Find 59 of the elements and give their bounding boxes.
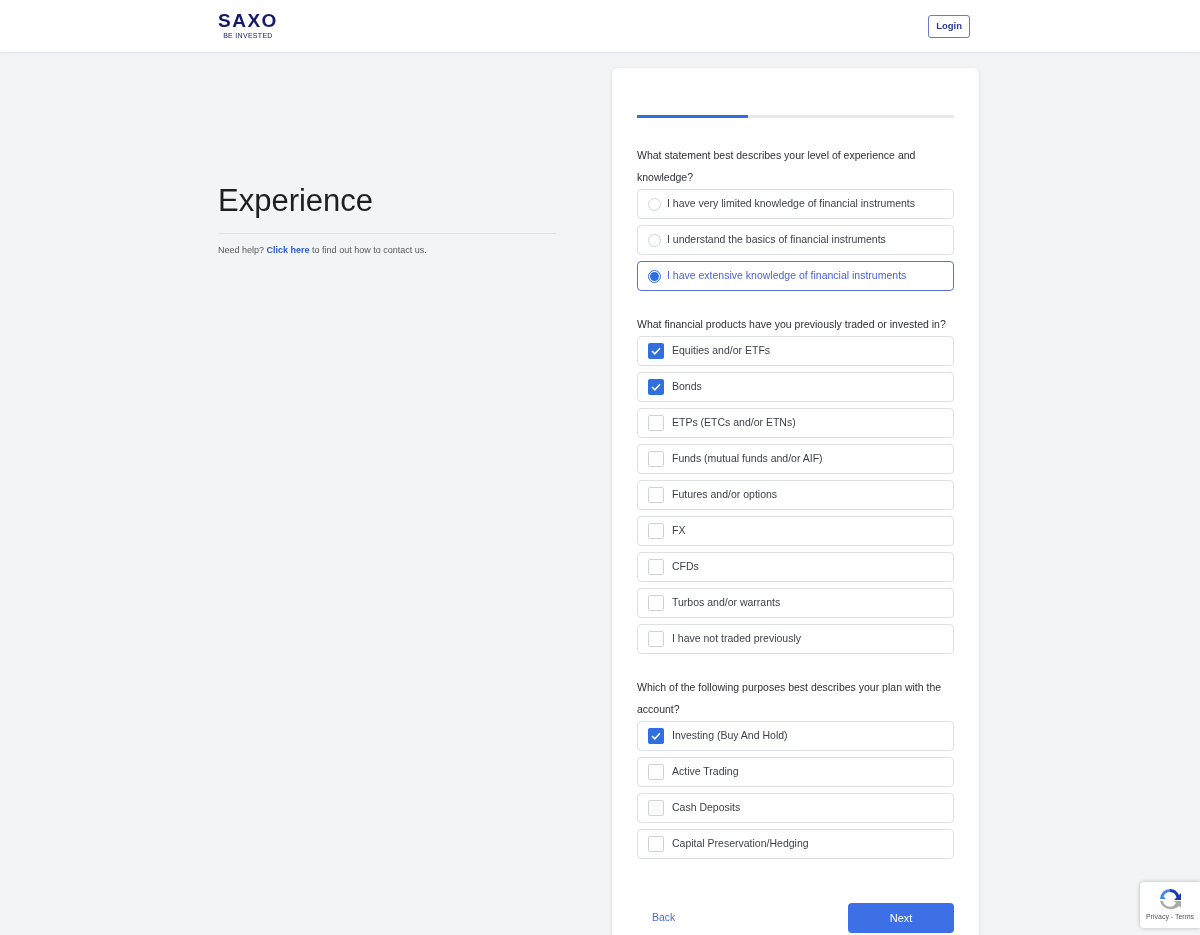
option-label: I have very limited knowledge of financial instruments <box>667 196 916 212</box>
option-label: Turbos and/or warrants <box>672 595 781 611</box>
login-button[interactable]: Login <box>928 14 970 38</box>
recaptcha-icon <box>1157 886 1183 912</box>
option-label: I understand the basics of financial instruments <box>667 232 886 248</box>
checkbox[interactable] <box>648 415 664 431</box>
checkbox-option[interactable]: Capital Preservation/Hedging <box>637 829 954 859</box>
option-label: Bonds <box>672 379 702 395</box>
option-label: Funds (mutual funds and/or AIF) <box>672 451 823 467</box>
checkbox-option[interactable]: Funds (mutual funds and/or AIF) <box>637 444 954 474</box>
checkbox-option[interactable]: Turbos and/or warrants <box>637 588 954 618</box>
option-label: ETPs (ETCs and/or ETNs) <box>672 415 796 431</box>
option-label: Investing (Buy And Hold) <box>672 728 788 744</box>
option-label: I have not traded previously <box>672 631 801 647</box>
option-label: FX <box>672 523 686 539</box>
checkbox-option[interactable]: Bonds <box>637 372 954 402</box>
checkbox[interactable] <box>648 631 664 647</box>
checkbox[interactable] <box>648 728 664 744</box>
checkmark-icon <box>651 383 661 391</box>
checkbox[interactable] <box>648 487 664 503</box>
checkbox[interactable] <box>648 836 664 852</box>
checkbox-option[interactable]: Futures and/or options <box>637 480 954 510</box>
option-label: Cash Deposits <box>672 800 741 816</box>
checkbox[interactable] <box>648 523 664 539</box>
checkbox-option[interactable]: FX <box>637 516 954 546</box>
radio-option[interactable]: I have very limited knowledge of financial instruments <box>637 189 954 219</box>
option-label: CFDs <box>672 559 699 575</box>
radio-option[interactable]: I understand the basics of financial instruments <box>637 225 954 255</box>
checkbox[interactable] <box>648 379 664 395</box>
checkbox[interactable] <box>648 343 664 359</box>
checkbox-option[interactable]: I have not traded previously <box>637 624 954 654</box>
radio-option[interactable]: I have extensive knowledge of financial instruments <box>637 261 954 291</box>
checkbox-option[interactable]: CFDs <box>637 552 954 582</box>
option-label: I have extensive knowledge of financial instruments <box>667 268 907 284</box>
checkmark-icon <box>651 347 661 355</box>
option-label: Active Trading <box>672 764 739 780</box>
checkbox-option[interactable]: Investing (Buy And Hold) <box>637 721 954 751</box>
option-label: Equities and/or ETFs <box>672 343 771 359</box>
question-text: Which of the following purposes best describes your plan with the account? <box>637 680 943 717</box>
checkbox[interactable] <box>648 595 664 611</box>
checkbox[interactable] <box>648 800 664 816</box>
checkbox-option[interactable]: Cash Deposits <box>637 793 954 823</box>
page-title: Experience <box>218 182 375 220</box>
checkbox[interactable] <box>648 451 664 467</box>
checkbox-option[interactable]: ETPs (ETCs and/or ETNs) <box>637 408 954 438</box>
next-button[interactable]: Next <box>848 903 954 933</box>
question-text: What statement best describes your level of experience and knowledge? <box>637 148 917 185</box>
checkbox-option[interactable]: Active Trading <box>637 757 954 787</box>
help-text: Need help? Click here to find out how to contact us. <box>218 244 428 257</box>
contact-link[interactable]: Click here <box>266 245 310 255</box>
checkbox[interactable] <box>648 559 664 575</box>
logo[interactable]: SAXO <box>218 10 278 31</box>
checkmark-icon <box>651 732 661 740</box>
question-text: What financial products have you previously traded or invested in? <box>637 317 947 332</box>
option-label: Capital Preservation/Hedging <box>672 836 809 852</box>
back-button[interactable]: Back <box>637 910 691 926</box>
checkbox[interactable] <box>648 764 664 780</box>
checkbox-option[interactable]: Equities and/or ETFs <box>637 336 954 366</box>
option-label: Futures and/or options <box>672 487 778 503</box>
